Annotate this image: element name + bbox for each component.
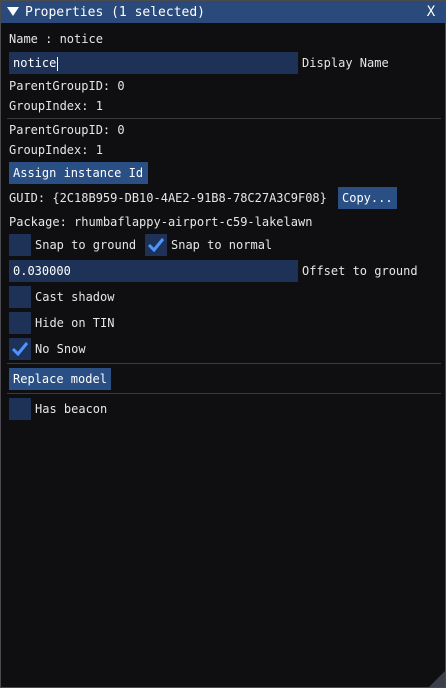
guid-label: GUID: {2C18B959-DB10-4AE2-91B8-78C27A3C9… <box>9 191 327 205</box>
no-snow-checkbox[interactable] <box>9 338 31 360</box>
display-name-input[interactable]: notice <box>9 52 298 74</box>
separator <box>7 363 441 364</box>
parent-group-id-label: ParentGroupID: 0 <box>9 79 125 93</box>
snap-to-ground-checkbox[interactable] <box>9 234 31 256</box>
no-snow-label: No Snow <box>35 342 86 356</box>
separator <box>7 118 441 119</box>
close-icon[interactable]: X <box>423 3 439 21</box>
text-caret <box>57 56 59 71</box>
window-title: Properties (1 selected) <box>25 5 206 20</box>
parent-group-id-label-2: ParentGroupID: 0 <box>9 123 125 137</box>
collapse-arrow-icon[interactable] <box>7 7 19 16</box>
has-beacon-checkbox[interactable] <box>9 398 31 420</box>
resize-grip-icon[interactable] <box>429 671 445 687</box>
title-bar[interactable]: Properties (1 selected) X <box>1 1 445 23</box>
display-name-value: notice <box>13 56 57 70</box>
offset-to-ground-label: Offset to ground <box>302 264 418 278</box>
hide-on-tin-label: Hide on TIN <box>35 316 115 330</box>
display-name-label: Display Name <box>302 56 389 70</box>
offset-to-ground-input[interactable]: 0.030000 <box>9 260 298 282</box>
replace-model-button[interactable]: Replace model <box>9 368 111 390</box>
cast-shadow-label: Cast shadow <box>35 290 115 304</box>
checkmark-icon <box>147 238 165 253</box>
snap-to-normal-label: Snap to normal <box>171 238 273 252</box>
has-beacon-label: Has beacon <box>35 402 108 416</box>
group-index-label: GroupIndex: 1 <box>9 99 103 113</box>
name-label: Name : notice <box>9 32 103 46</box>
snap-to-normal-checkbox[interactable] <box>145 234 167 256</box>
cast-shadow-checkbox[interactable] <box>9 286 31 308</box>
package-label: Package: rhumbaflappy-airport-c59-lakela… <box>9 215 313 229</box>
assign-instance-id-button[interactable]: Assign instance Id <box>9 162 148 184</box>
properties-window: Properties (1 selected) X Name : notice … <box>0 0 446 688</box>
copy-guid-button[interactable]: Copy... <box>338 187 397 209</box>
group-index-label-2: GroupIndex: 1 <box>9 143 103 157</box>
hide-on-tin-checkbox[interactable] <box>9 312 31 334</box>
checkmark-icon <box>11 342 29 357</box>
separator <box>7 393 441 394</box>
snap-to-ground-label: Snap to ground <box>35 238 137 252</box>
